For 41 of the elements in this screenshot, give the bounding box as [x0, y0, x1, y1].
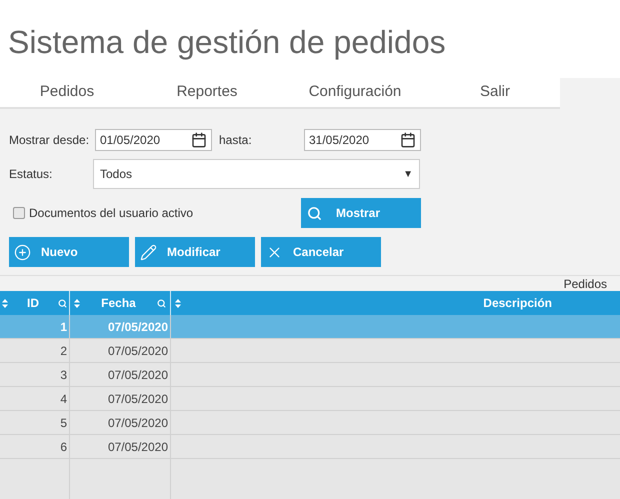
status-label: Estatus:: [9, 166, 54, 183]
table-caption: Pedidos: [564, 276, 607, 292]
table-cell-text: 2: [60, 342, 67, 360]
nav-tab[interactable]: Salir: [430, 78, 560, 107]
table-row[interactable]: 3 07/05/2020: [0, 363, 620, 387]
pencil-icon: [140, 244, 157, 260]
table-cell-text: 3: [60, 366, 67, 384]
from-label: Mostrar desde:: [9, 132, 90, 149]
table-cell-text: 07/05/2020: [108, 414, 168, 432]
from-date-field[interactable]: 01/05/2020: [95, 129, 212, 151]
plus-circle-icon: [14, 244, 31, 260]
nav-tab[interactable]: Pedidos: [0, 78, 134, 107]
table-cell-text: 07/05/2020: [108, 342, 168, 360]
table-cell-text: 5: [60, 414, 67, 432]
sort-icon[interactable]: [175, 298, 181, 308]
page-title: Sistema de gestión de pedidos: [8, 23, 447, 62]
nav-tab[interactable]: Reportes: [134, 78, 280, 107]
table-row[interactable]: 4 07/05/2020: [0, 387, 620, 411]
table-cell-text: 07/05/2020: [108, 390, 168, 408]
table-cell-text: 07/05/2020: [108, 438, 168, 456]
table-cell-text: 07/05/2020: [108, 318, 168, 336]
sort-icon[interactable]: [74, 298, 80, 308]
table-cell-text: 07/05/2020: [108, 366, 168, 384]
search-icon[interactable]: [157, 298, 166, 308]
checkbox[interactable]: [13, 207, 25, 219]
to-date-field[interactable]: 31/05/2020: [304, 129, 421, 151]
search-icon[interactable]: [58, 298, 67, 308]
calendar-icon[interactable]: [191, 132, 207, 148]
nav-tab[interactable]: Configuración: [280, 78, 430, 107]
table-row[interactable]: 6 07/05/2020: [0, 435, 620, 459]
to-label: hasta:: [219, 132, 253, 149]
calendar-icon[interactable]: [400, 132, 416, 148]
search-icon: [307, 206, 322, 220]
table-row[interactable]: 2 07/05/2020: [0, 339, 620, 363]
sort-icon[interactable]: [2, 298, 8, 308]
table-cell-text: 1: [60, 318, 67, 336]
table-cell-text: 6: [60, 438, 67, 456]
table-cell-text: 4: [60, 390, 67, 408]
table-row[interactable]: 5 07/05/2020: [0, 411, 620, 435]
status-dropdown[interactable]: Todos ▼: [93, 159, 420, 189]
checkbox-label: Documentos del usuario activo: [29, 205, 194, 222]
